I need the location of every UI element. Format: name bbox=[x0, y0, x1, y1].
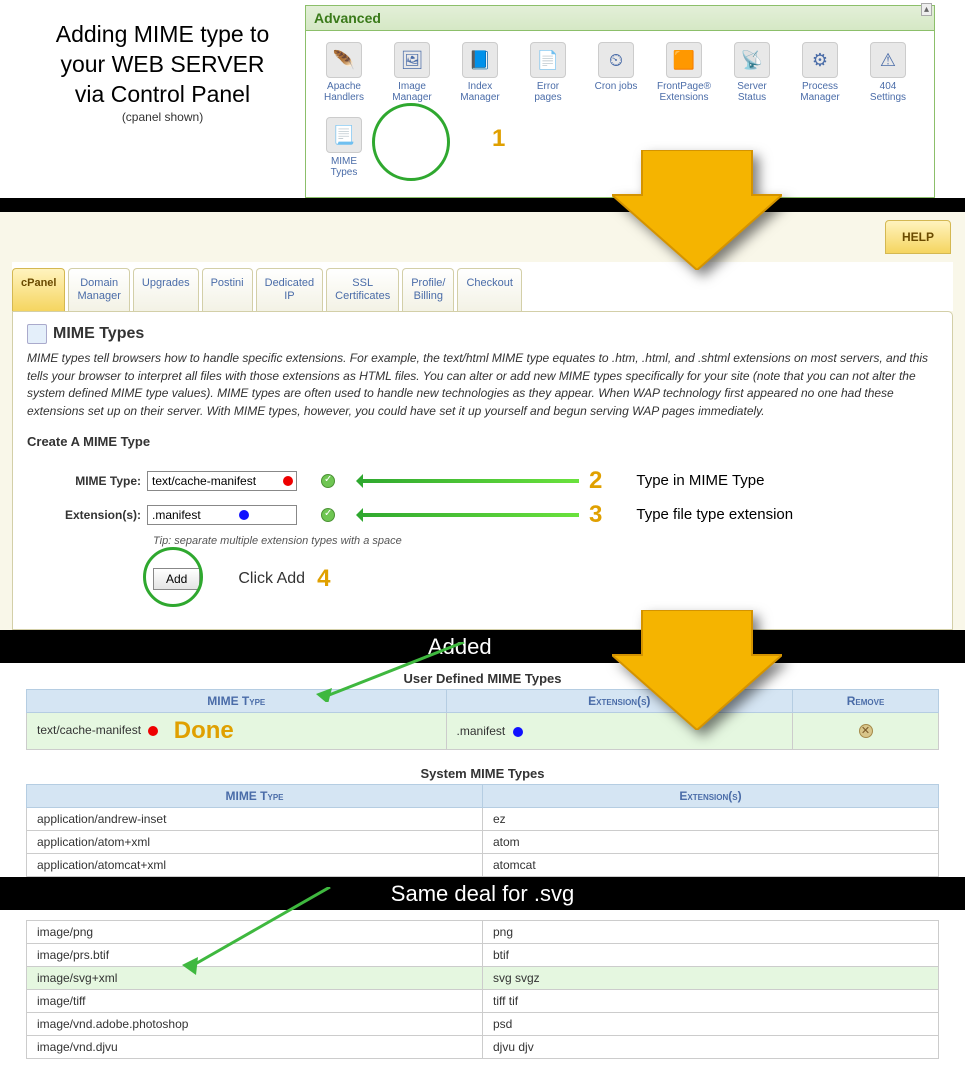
app-icon: 📃 bbox=[326, 117, 362, 153]
blue-dot-icon bbox=[239, 510, 249, 520]
down-arrow-icon bbox=[612, 150, 782, 270]
advanced-header: Advanced bbox=[306, 6, 934, 31]
sys-mime-title: System MIME Types bbox=[0, 766, 965, 781]
app-icon: 📡 bbox=[734, 42, 770, 78]
advanced-icon-process[interactable]: ⚙ProcessManager bbox=[786, 39, 854, 114]
tab-dedicated[interactable]: DedicatedIP bbox=[256, 268, 324, 311]
tab-upgrades[interactable]: Upgrades bbox=[133, 268, 199, 311]
advanced-icon-server[interactable]: 📡ServerStatus bbox=[718, 39, 786, 114]
tip-text: Tip: separate multiple extension types w… bbox=[153, 535, 922, 547]
extension-label: Extension(s): bbox=[43, 508, 147, 522]
app-icon: 🪶 bbox=[326, 42, 362, 78]
user-mime-table: MIME Type Extension(s) Remove text/cache… bbox=[26, 689, 939, 750]
app-icon: 📘 bbox=[462, 42, 498, 78]
extension-input[interactable] bbox=[147, 505, 297, 525]
step-3-marker: 3 bbox=[589, 501, 602, 529]
th-remove: Remove bbox=[793, 689, 939, 712]
table-row: application/atom+xmlatom bbox=[27, 830, 939, 853]
red-dot-icon bbox=[148, 726, 158, 736]
done-text: Done bbox=[174, 717, 234, 744]
app-icon: ⏲ bbox=[598, 42, 634, 78]
advanced-icon-apache[interactable]: 🪶ApacheHandlers bbox=[310, 39, 378, 114]
tab-bar: cPanelDomainManagerUpgradesPostiniDedica… bbox=[12, 262, 953, 311]
th-mime: MIME Type bbox=[27, 784, 483, 807]
advanced-icon-mime[interactable]: 📃MIMETypes bbox=[310, 114, 378, 189]
validation-ok-icon bbox=[321, 508, 335, 522]
add-button[interactable]: Add bbox=[153, 568, 200, 590]
intro-text: MIME types tell browsers how to handle s… bbox=[27, 350, 938, 420]
tab-profile/[interactable]: Profile/Billing bbox=[402, 268, 454, 311]
th-ext: Extension(s) bbox=[483, 784, 939, 807]
app-icon: ⚠ bbox=[870, 42, 906, 78]
red-dot-icon bbox=[283, 476, 293, 486]
table-row: image/pngpng bbox=[27, 920, 939, 943]
down-arrow-icon bbox=[612, 610, 782, 730]
table-row: text/cache-manifest Done .manifest ✕ bbox=[27, 712, 939, 749]
advanced-icon-index[interactable]: 📘IndexManager bbox=[446, 39, 514, 114]
green-arrow-icon bbox=[359, 513, 579, 517]
validation-ok-icon bbox=[321, 474, 335, 488]
app-icon: 🟧 bbox=[666, 42, 702, 78]
app-icon: 📄 bbox=[530, 42, 566, 78]
instr-l2: your WEB SERVER bbox=[60, 51, 264, 77]
table-row: image/tifftiff tif bbox=[27, 989, 939, 1012]
step-3-text: Type file type extension bbox=[636, 506, 793, 523]
mime-type-input[interactable] bbox=[147, 471, 297, 491]
app-icon: 🖼 bbox=[394, 42, 430, 78]
sys-mime-table-a: MIME Type Extension(s) application/andre… bbox=[26, 784, 939, 877]
advanced-icon-frontpage-[interactable]: 🟧FrontPage®Extensions bbox=[650, 39, 718, 114]
remove-button[interactable]: ✕ bbox=[859, 724, 873, 738]
table-row: application/atomcat+xmlatomcat bbox=[27, 853, 939, 876]
sys-mime-table-b: image/pngpngimage/prs.btifbtifimage/svg+… bbox=[26, 920, 939, 1059]
advanced-icon-error[interactable]: 📄Errorpages bbox=[514, 39, 582, 114]
table-row: image/prs.btifbtif bbox=[27, 943, 939, 966]
blue-dot-icon bbox=[513, 727, 523, 737]
collapse-icon[interactable]: ▴ bbox=[921, 3, 932, 16]
mime-type-label: MIME Type: bbox=[43, 474, 147, 488]
svg-band: Same deal for .svg bbox=[0, 877, 965, 910]
tab-domain[interactable]: DomainManager bbox=[68, 268, 129, 311]
instr-sub: (cpanel shown) bbox=[122, 110, 203, 124]
user-mime-title: User Defined MIME Types bbox=[0, 671, 965, 686]
table-row: image/vnd.djvudjvu djv bbox=[27, 1035, 939, 1058]
diag-arrow-icon bbox=[180, 887, 340, 977]
step-2-marker: 2 bbox=[589, 467, 602, 495]
table-row: image/vnd.adobe.photoshoppsd bbox=[27, 1012, 939, 1035]
table-row: application/andrew-insetez bbox=[27, 807, 939, 830]
step-4-marker: 4 bbox=[317, 565, 330, 593]
page-title: MIME Types bbox=[27, 324, 938, 344]
instruction-callout: Adding MIME type to your WEB SERVER via … bbox=[0, 5, 305, 124]
green-arrow-icon bbox=[359, 479, 579, 483]
added-band: Added bbox=[0, 630, 965, 663]
tab-checkout[interactable]: Checkout bbox=[457, 268, 521, 311]
create-heading: Create A MIME Type bbox=[27, 434, 938, 449]
step-2-text: Type in MIME Type bbox=[636, 472, 764, 489]
instr-l3: via Control Panel bbox=[75, 81, 250, 107]
step-1-marker: 1 bbox=[492, 125, 505, 153]
tab-cpanel[interactable]: cPanel bbox=[12, 268, 65, 311]
mime-icon bbox=[27, 324, 47, 344]
advanced-icon--[interactable]: ⚠404Settings bbox=[854, 39, 922, 114]
tab-postini[interactable]: Postini bbox=[202, 268, 253, 311]
instr-l1: Adding MIME type to bbox=[56, 21, 270, 47]
advanced-icon-cron-jobs[interactable]: ⏲Cron jobs bbox=[582, 39, 650, 114]
click-add-text: Click Add bbox=[238, 570, 305, 588]
app-icon: ⚙ bbox=[802, 42, 838, 78]
advanced-icon-image[interactable]: 🖼ImageManager bbox=[378, 39, 446, 114]
diag-arrow-icon bbox=[314, 642, 474, 702]
tab-ssl[interactable]: SSLCertificates bbox=[326, 268, 399, 311]
table-row: image/svg+xmlsvg svgz bbox=[27, 966, 939, 989]
help-button[interactable]: HELP bbox=[885, 220, 951, 254]
